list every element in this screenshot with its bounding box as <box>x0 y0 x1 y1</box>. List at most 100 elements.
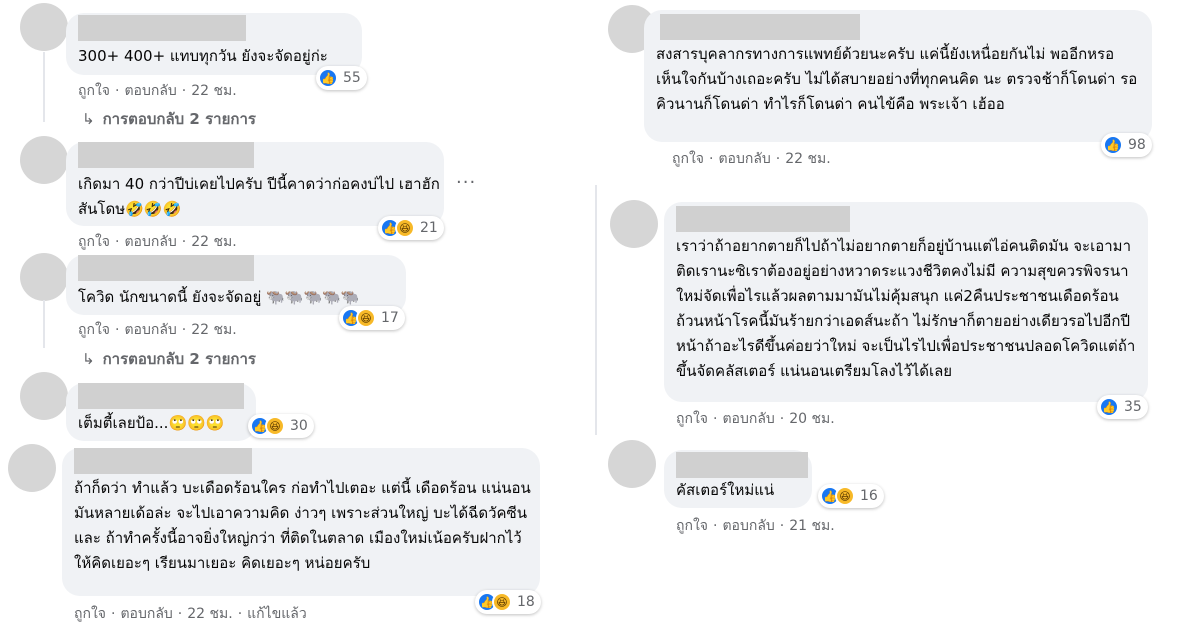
reply-arrow-icon: ↳ <box>82 110 95 128</box>
comment-time[interactable]: 22 ชม. <box>187 603 232 625</box>
reaction-count: 30 <box>290 418 308 434</box>
replies-label: การตอบกลับ 2 รายการ <box>102 350 256 368</box>
reaction-summary[interactable]: 👍 😆 30 <box>248 414 314 438</box>
view-replies-link[interactable]: ↳ การตอบกลับ 2 รายการ <box>82 107 256 131</box>
avatar[interactable] <box>20 3 68 51</box>
separator: · <box>115 83 120 99</box>
comment-time[interactable]: 22 ชม. <box>191 80 236 102</box>
reply-action[interactable]: ตอบกลับ <box>722 515 774 537</box>
comment-bubble: เกิดมา 40 กว่าปีบ่เคยไปครับ ปีนี้คาดว่าก… <box>66 142 444 226</box>
redacted-author-name[interactable] <box>676 452 808 478</box>
redacted-author-name[interactable] <box>78 15 246 41</box>
comment-actions: ถูกใจ · ตอบกลับ · 22 ชม. <box>78 319 237 341</box>
comment-text: คัสเตอร์ใหม่แน่ <box>676 481 775 499</box>
avatar[interactable] <box>20 136 68 184</box>
redacted-author-name[interactable] <box>660 14 860 40</box>
comment-time[interactable]: 22 ชม. <box>191 231 236 253</box>
view-replies-link[interactable]: ↳ การตอบกลับ 2 รายการ <box>82 347 256 371</box>
comment-bubble: เต็มตี้เลยป้อ...🙄🙄🙄 <box>66 383 256 441</box>
comment-text: สงสารบุคลากรทางการแพทย์ด้วยนะครับ แค่นี้… <box>656 45 1138 113</box>
reaction-summary[interactable]: 👍 😆 16 <box>818 484 884 508</box>
separator: · <box>775 151 781 167</box>
edited-label[interactable]: แก้ไขแล้ว <box>247 603 307 625</box>
like-action[interactable]: ถูกใจ <box>74 603 106 625</box>
redacted-author-name[interactable] <box>78 142 254 168</box>
thumbs-up-icon: 👍 <box>318 68 338 88</box>
separator: · <box>237 606 243 622</box>
thread-line <box>43 52 45 122</box>
reaction-count: 55 <box>343 70 361 86</box>
reply-action[interactable]: ตอบกลับ <box>124 319 176 341</box>
comment-bubble: คัสเตอร์ใหม่แน่ <box>664 450 812 508</box>
avatar[interactable] <box>610 200 658 248</box>
reaction-summary[interactable]: 👍 😆 18 <box>475 590 541 614</box>
separator: · <box>181 83 187 99</box>
reaction-count: 35 <box>1124 399 1142 415</box>
reply-action[interactable]: ตอบกลับ <box>718 148 770 170</box>
reaction-summary[interactable]: 👍 😆 21 <box>378 216 444 240</box>
comment-actions: ถูกใจ · ตอบกลับ · 22 ชม. <box>78 231 237 253</box>
comment-time[interactable]: 21 ชม. <box>789 515 834 537</box>
comment-bubble: ถ้าก็ดว่า ทำแล้ว บะเดือดร้อนใคร ก่อทำไปเ… <box>62 448 540 596</box>
comment-bubble: เราว่าถ้าอยากตายก็ไปถ้าไม่อยากตายก็อยู่บ… <box>664 202 1148 402</box>
comment-actions: ถูกใจ · ตอบกลับ · 22 ชม. · แก้ไขแล้ว <box>74 603 307 625</box>
reaction-summary[interactable]: 👍 35 <box>1097 395 1148 419</box>
laughing-face-icon: 😆 <box>395 218 415 238</box>
laughing-face-icon: 😆 <box>265 416 285 436</box>
laughing-face-icon: 😆 <box>492 592 512 612</box>
reaction-summary[interactable]: 👍 98 <box>1101 133 1152 157</box>
comment-actions: ถูกใจ · ตอบกลับ · 22 ชม. <box>672 148 831 170</box>
separator: · <box>115 322 120 338</box>
reply-action[interactable]: ตอบกลับ <box>124 80 176 102</box>
separator: · <box>177 606 183 622</box>
like-action[interactable]: ถูกใจ <box>672 148 704 170</box>
redacted-author-name[interactable] <box>676 206 850 232</box>
comment-time[interactable]: 20 ชม. <box>789 408 834 430</box>
comment-time[interactable]: 22 ชม. <box>191 319 236 341</box>
comment-text: โควิด นักขนาดนี้ ยังจะจัดอยู่ 🐃🐃🐃🐃🐃 <box>78 288 360 306</box>
reply-action[interactable]: ตอบกลับ <box>722 408 774 430</box>
avatar[interactable] <box>20 253 68 301</box>
like-action[interactable]: ถูกใจ <box>78 319 110 341</box>
comment-text: ถ้าก็ดว่า ทำแล้ว บะเดือดร้อนใคร ก่อทำไปเ… <box>74 479 531 572</box>
laughing-face-icon: 😆 <box>356 308 376 328</box>
thread-line <box>595 185 597 435</box>
avatar[interactable] <box>8 444 56 492</box>
avatar[interactable] <box>20 372 68 420</box>
comment-bubble: 300+ 400+ แทบทุกวัน ยังจะจัดอยู่ก่ะ <box>66 13 362 75</box>
reply-arrow-icon: ↳ <box>82 350 95 368</box>
reaction-summary[interactable]: 👍 55 <box>316 66 367 90</box>
comment-actions: ถูกใจ · ตอบกลับ · 22 ชม. <box>78 80 237 102</box>
like-action[interactable]: ถูกใจ <box>78 231 110 253</box>
like-action[interactable]: ถูกใจ <box>676 408 708 430</box>
comment-text: เต็มตี้เลยป้อ...🙄🙄🙄 <box>78 414 225 432</box>
comment-text: 300+ 400+ แทบทุกวัน ยังจะจัดอยู่ก่ะ <box>78 47 328 65</box>
reaction-summary[interactable]: 👍 😆 17 <box>339 306 405 330</box>
separator: · <box>713 411 718 427</box>
reaction-count: 21 <box>420 220 438 236</box>
separator: · <box>115 234 120 250</box>
separator: · <box>181 322 187 338</box>
laughing-face-icon: 😆 <box>835 486 855 506</box>
separator: · <box>779 411 785 427</box>
like-action[interactable]: ถูกใจ <box>676 515 708 537</box>
reply-action[interactable]: ตอบกลับ <box>120 603 172 625</box>
redacted-author-name[interactable] <box>78 383 244 409</box>
comment-time[interactable]: 22 ชม. <box>785 148 830 170</box>
redacted-author-name[interactable] <box>74 448 252 474</box>
avatar[interactable] <box>608 440 656 488</box>
reply-action[interactable]: ตอบกลับ <box>124 231 176 253</box>
replies-label: การตอบกลับ 2 รายการ <box>102 110 256 128</box>
separator: · <box>111 606 116 622</box>
thumbs-up-icon: 👍 <box>1103 135 1123 155</box>
thread-line <box>43 300 45 348</box>
comment-bubble: สงสารบุคลากรทางการแพทย์ด้วยนะครับ แค่นี้… <box>644 10 1152 142</box>
reaction-count: 18 <box>517 594 535 610</box>
comment-text: เกิดมา 40 กว่าปีบ่เคยไปครับ ปีนี้คาดว่าก… <box>78 175 440 218</box>
thumbs-up-icon: 👍 <box>1099 397 1119 417</box>
more-options-icon[interactable]: ··· <box>456 172 476 193</box>
separator: · <box>181 234 187 250</box>
reaction-count: 98 <box>1128 137 1146 153</box>
redacted-author-name[interactable] <box>78 255 254 281</box>
like-action[interactable]: ถูกใจ <box>78 80 110 102</box>
